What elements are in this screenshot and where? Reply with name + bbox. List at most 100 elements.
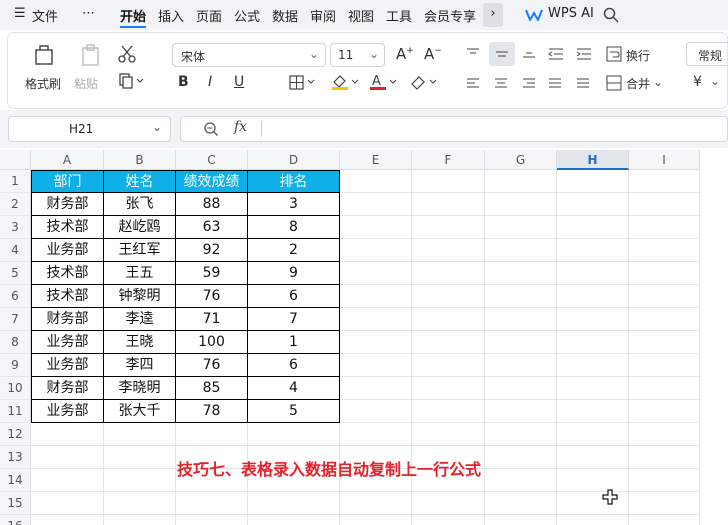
column-header-h[interactable]: H	[557, 150, 629, 170]
row-header-15[interactable]: 15	[0, 492, 31, 515]
table-header-department[interactable]: 部门	[31, 170, 104, 193]
tab-member[interactable]: 会员专享	[424, 6, 476, 25]
column-header-c[interactable]: C	[176, 150, 248, 170]
grid-cell[interactable]	[412, 354, 485, 377]
scroll-tabs-chevron-icon[interactable]: ›	[483, 3, 503, 27]
grid-cell[interactable]	[629, 170, 700, 193]
table-cell-department[interactable]: 业务部	[31, 239, 104, 262]
row-header-7[interactable]: 7	[0, 308, 31, 331]
table-cell-rank[interactable]: 1	[248, 331, 340, 354]
grid-cell[interactable]	[340, 308, 412, 331]
grid-cell[interactable]	[557, 285, 629, 308]
increase-indent-icon[interactable]	[576, 47, 592, 61]
table-cell-name[interactable]: 李四	[104, 354, 176, 377]
grid-cell[interactable]	[557, 170, 629, 193]
align-right-icon[interactable]	[522, 77, 536, 89]
chevron-down-icon[interactable]: ⌄	[653, 75, 663, 89]
table-cell-score[interactable]: 100	[176, 331, 248, 354]
table-cell-score[interactable]: 59	[176, 262, 248, 285]
table-cell-name[interactable]: 张飞	[104, 193, 176, 216]
grid-cell[interactable]	[31, 515, 104, 525]
grid-cell[interactable]	[248, 515, 340, 525]
grid-cell[interactable]	[629, 193, 700, 216]
grid-cell[interactable]	[104, 515, 176, 525]
table-cell-score[interactable]: 85	[176, 377, 248, 400]
table-cell-score[interactable]: 76	[176, 285, 248, 308]
table-cell-score[interactable]: 92	[176, 239, 248, 262]
grid-cell[interactable]	[340, 170, 412, 193]
grid-cell[interactable]	[104, 492, 176, 515]
grid-cell[interactable]	[629, 354, 700, 377]
tab-view[interactable]: 视图	[348, 6, 374, 25]
grid-cell[interactable]	[485, 515, 557, 525]
grid-cell[interactable]	[412, 239, 485, 262]
grid-cell[interactable]	[485, 262, 557, 285]
grid-cell[interactable]	[412, 400, 485, 423]
fill-color-icon[interactable]	[331, 73, 361, 91]
table-cell-rank[interactable]: 7	[248, 308, 340, 331]
grid-cell[interactable]	[340, 285, 412, 308]
row-header-12[interactable]: 12	[0, 423, 31, 446]
grid-cell[interactable]	[629, 400, 700, 423]
column-header-g[interactable]: G	[485, 150, 557, 170]
column-header-i[interactable]: I	[629, 150, 700, 170]
grid-cell[interactable]	[557, 377, 629, 400]
row-header-14[interactable]: 14	[0, 469, 31, 492]
currency-format-button[interactable]: ¥	[693, 74, 702, 90]
grid-cell[interactable]	[31, 469, 104, 492]
table-cell-rank[interactable]: 3	[248, 193, 340, 216]
table-cell-name[interactable]: 赵屹鸥	[104, 216, 176, 239]
grid-cell[interactable]	[485, 446, 557, 469]
grid-cell[interactable]	[176, 515, 248, 525]
grid-cell[interactable]	[485, 216, 557, 239]
select-all-corner[interactable]	[0, 150, 31, 170]
row-header-1[interactable]: 1	[0, 170, 31, 193]
grid-cell[interactable]	[104, 446, 176, 469]
grid-cell[interactable]	[340, 515, 412, 525]
grid-cell[interactable]	[485, 239, 557, 262]
grid-cell[interactable]	[31, 492, 104, 515]
grid-cell[interactable]	[412, 170, 485, 193]
grid-cell[interactable]	[340, 377, 412, 400]
table-cell-department[interactable]: 技术部	[31, 216, 104, 239]
grid-cell[interactable]	[629, 285, 700, 308]
wrap-text-label[interactable]: 换行	[626, 47, 650, 64]
row-header-16[interactable]: 16	[0, 515, 31, 525]
grid-cell[interactable]	[629, 469, 700, 492]
underline-icon[interactable]: U	[234, 74, 244, 90]
grid-cell[interactable]	[485, 193, 557, 216]
italic-icon[interactable]: I	[208, 74, 212, 90]
format-painter-label[interactable]: 格式刷	[25, 75, 61, 92]
number-format-select[interactable]: 常规	[686, 42, 728, 66]
grid-cell[interactable]	[557, 239, 629, 262]
column-header-a[interactable]: A	[31, 150, 104, 170]
table-cell-name[interactable]: 钟黎明	[104, 285, 176, 308]
grid-cell[interactable]	[176, 423, 248, 446]
grid-cell[interactable]	[557, 354, 629, 377]
grid-cell[interactable]	[557, 400, 629, 423]
tab-insert[interactable]: 插入	[158, 6, 184, 25]
align-left-icon[interactable]	[466, 77, 480, 89]
hamburger-icon[interactable]: ☰	[14, 6, 26, 21]
tab-formula[interactable]: 公式	[234, 6, 260, 25]
font-size-select[interactable]: 11 ⌄	[330, 43, 385, 67]
table-cell-department[interactable]: 财务部	[31, 377, 104, 400]
distributed-icon[interactable]	[576, 77, 590, 89]
tab-home[interactable]: 开始	[120, 6, 146, 25]
grid-cell[interactable]	[412, 262, 485, 285]
table-cell-rank[interactable]: 6	[248, 285, 340, 308]
grid-cell[interactable]	[629, 239, 700, 262]
grid-cell[interactable]	[557, 193, 629, 216]
grid-cell[interactable]	[629, 446, 700, 469]
grid-cell[interactable]	[412, 216, 485, 239]
grid-cell[interactable]	[412, 423, 485, 446]
grid-cell[interactable]	[412, 308, 485, 331]
grid-cell[interactable]	[340, 193, 412, 216]
row-header-3[interactable]: 3	[0, 216, 31, 239]
grid-cell[interactable]	[485, 400, 557, 423]
table-cell-rank[interactable]: 6	[248, 354, 340, 377]
row-header-8[interactable]: 8	[0, 331, 31, 354]
grid-cell[interactable]	[485, 492, 557, 515]
table-cell-name[interactable]: 张大千	[104, 400, 176, 423]
table-cell-name[interactable]: 王五	[104, 262, 176, 285]
